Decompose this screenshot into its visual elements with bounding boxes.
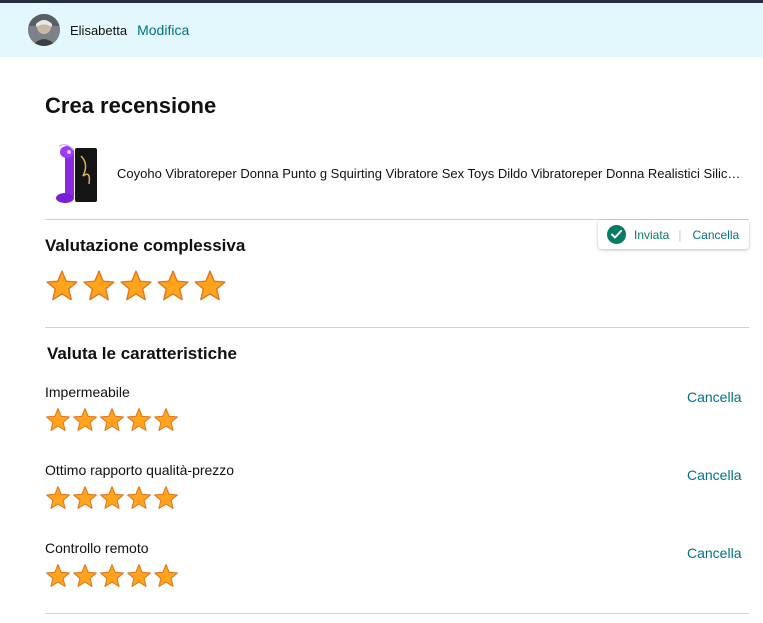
star-icon[interactable]: [119, 269, 153, 303]
status-badge: Inviata | Cancella: [598, 220, 749, 249]
feature-cancel-waterproof[interactable]: Cancella: [687, 389, 741, 405]
product-title: Coyoho Vibratoreper Donna Punto g Squirt…: [117, 165, 741, 181]
product-summary: Coyoho Vibratoreper Donna Punto g Squirt…: [45, 140, 749, 206]
star-icon[interactable]: [45, 407, 71, 433]
star-icon[interactable]: [72, 407, 98, 433]
feature-label-value-for-money: Ottimo rapporto qualità-prezzo: [45, 462, 235, 478]
star-icon[interactable]: [45, 563, 71, 589]
overall-star-rating[interactable]: [45, 269, 227, 303]
user-bar: Elisabetta Modifica: [0, 3, 763, 57]
star-icon[interactable]: [82, 269, 116, 303]
status-label: Inviata: [634, 227, 670, 242]
user-name: Elisabetta: [70, 22, 128, 38]
star-icon[interactable]: [156, 269, 190, 303]
avatar[interactable]: [28, 14, 60, 46]
star-icon[interactable]: [126, 563, 152, 589]
feature-label-remote-control: Controllo remoto: [45, 540, 149, 556]
star-icon[interactable]: [72, 563, 98, 589]
feature-star-rating-waterproof[interactable]: [45, 407, 179, 433]
star-icon[interactable]: [153, 485, 179, 511]
feature-star-rating-value-for-money[interactable]: [45, 485, 179, 511]
status-separator: |: [678, 227, 682, 242]
features-title: Valuta le caratteristiche: [47, 344, 237, 363]
star-icon[interactable]: [126, 407, 152, 433]
star-icon[interactable]: [153, 563, 179, 589]
page-title: Crea recensione: [45, 93, 217, 118]
feature-star-rating-remote-control[interactable]: [45, 563, 179, 589]
star-icon[interactable]: [45, 269, 79, 303]
overall-rating-title: Valutazione complessiva: [45, 236, 246, 255]
star-icon[interactable]: [99, 485, 125, 511]
star-icon[interactable]: [99, 407, 125, 433]
star-icon[interactable]: [45, 485, 71, 511]
feature-cancel-value-for-money[interactable]: Cancella: [687, 467, 741, 483]
star-icon[interactable]: [72, 485, 98, 511]
check-circle-icon: [607, 225, 626, 244]
feature-cancel-remote-control[interactable]: Cancella: [687, 545, 741, 561]
divider: [45, 613, 749, 614]
star-icon[interactable]: [153, 407, 179, 433]
product-image: [45, 140, 105, 206]
divider: [45, 327, 749, 328]
star-icon[interactable]: [126, 485, 152, 511]
star-icon[interactable]: [193, 269, 227, 303]
star-icon[interactable]: [99, 563, 125, 589]
status-cancel-link[interactable]: Cancella: [692, 228, 739, 242]
edit-profile-link[interactable]: Modifica: [137, 22, 189, 38]
feature-label-waterproof: Impermeabile: [45, 384, 130, 400]
